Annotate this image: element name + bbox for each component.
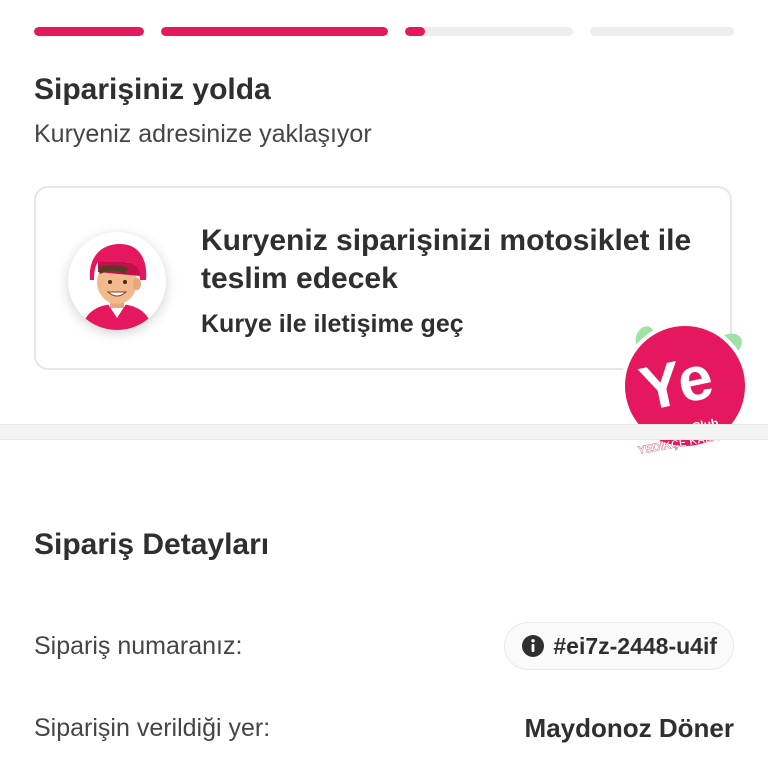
- order-number-label: Sipariş numaranız:: [34, 632, 243, 660]
- progress-step-4: [590, 27, 734, 36]
- courier-card-title: Kuryeniz siparişinizi motosiklet ile tes…: [201, 224, 692, 295]
- order-progress-bar: [34, 27, 734, 36]
- section-divider: [0, 424, 768, 440]
- yeclub-logo-text: Ye: [634, 342, 719, 425]
- progress-step-fill: [161, 27, 388, 36]
- progress-step-1: [34, 27, 144, 36]
- progress-step-fill: [405, 27, 426, 36]
- courier-avatar-icon: [68, 232, 166, 330]
- order-number-chip[interactable]: #ei7z-2448-u4if: [504, 622, 734, 670]
- info-icon: [522, 635, 545, 657]
- order-place-value: Maydonoz Döner: [524, 713, 734, 743]
- order-place-label: Siparişin verildiği yer:: [34, 714, 271, 742]
- status-subtitle: Kuryeniz adresinize yaklaşıyor: [34, 120, 372, 148]
- progress-step-3: [405, 27, 573, 36]
- order-tracking-screen: Siparişiniz yolda Kuryeniz adresinize ya…: [0, 0, 768, 768]
- status-title: Siparişiniz yolda: [34, 73, 271, 106]
- order-number-value: #ei7z-2448-u4if: [553, 632, 717, 659]
- contact-courier-link[interactable]: Kurye ile iletişime geç: [201, 310, 464, 339]
- progress-step-fill: [34, 27, 144, 36]
- order-details-title: Sipariş Detayları: [34, 528, 270, 561]
- progress-step-2: [161, 27, 388, 36]
